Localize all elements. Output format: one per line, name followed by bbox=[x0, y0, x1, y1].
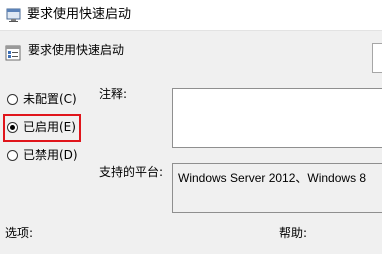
policy-document-icon bbox=[5, 45, 21, 61]
supported-platform-label: 支持的平台: bbox=[99, 165, 164, 179]
enabled-highlight-box bbox=[3, 114, 81, 142]
policy-settings-icon bbox=[6, 7, 22, 23]
supported-platform-field[interactable]: Windows Server 2012、Windows 8 bbox=[172, 163, 382, 213]
radio-not-configured-label: 未配置(C) bbox=[23, 92, 77, 106]
comment-label: 注释: bbox=[99, 87, 128, 101]
help-label: 帮助: bbox=[279, 226, 308, 240]
radio-disabled-circle[interactable] bbox=[7, 149, 18, 161]
setting-name: 要求使用快速启动 bbox=[28, 43, 125, 57]
comment-input[interactable] bbox=[172, 88, 382, 148]
radio-disabled-label: 已禁用(D) bbox=[23, 148, 78, 162]
radio-not-configured[interactable]: 未配置(C) bbox=[7, 90, 77, 108]
radio-not-configured-circle[interactable] bbox=[7, 93, 18, 105]
window-title: 要求使用快速启动 bbox=[27, 7, 132, 22]
navigation-button[interactable] bbox=[372, 43, 382, 73]
radio-disabled[interactable]: 已禁用(D) bbox=[7, 146, 78, 164]
supported-platform-value: Windows Server 2012、Windows 8 bbox=[178, 171, 367, 185]
options-label: 选项: bbox=[5, 226, 34, 240]
title-bar[interactable]: 要求使用快速启动 bbox=[0, 0, 382, 31]
policy-setting-dialog: 要求使用快速启动 要求使用快速启动 未配置(C) 已启用(E) 已禁用(D) 注… bbox=[0, 0, 382, 254]
